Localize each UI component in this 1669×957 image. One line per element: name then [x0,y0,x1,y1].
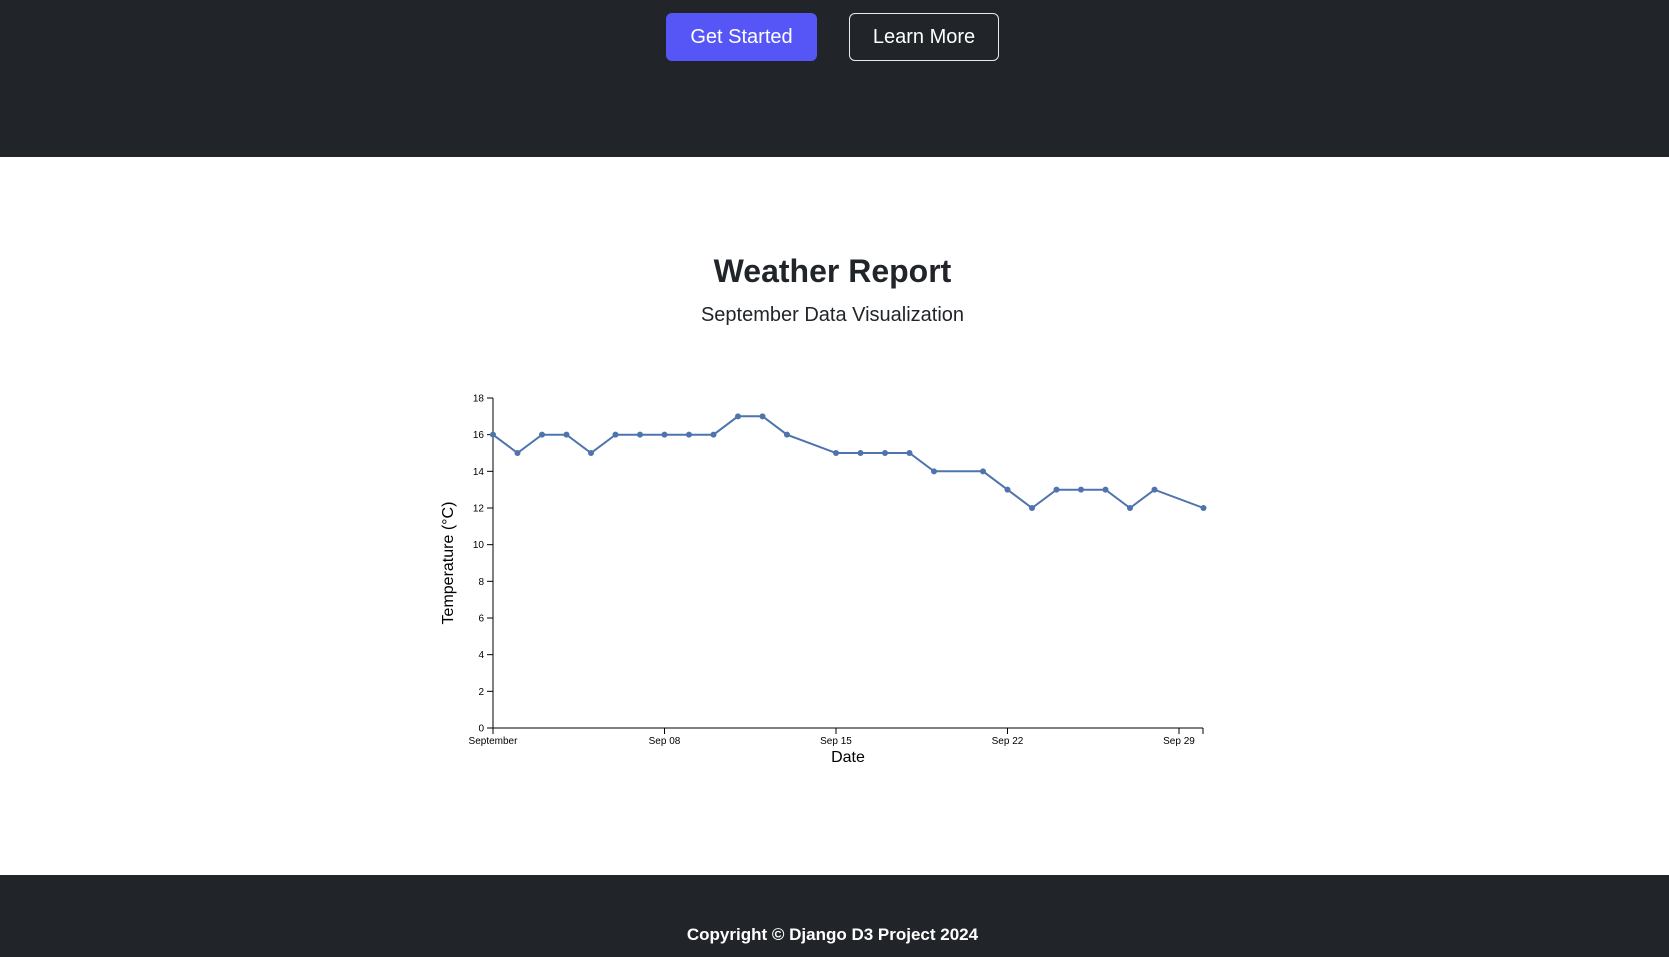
hero-section: Get Started Learn More [0,0,1669,157]
data-point [882,450,888,456]
weather-section: Weather Report September Data Visualizat… [0,157,1669,875]
data-point [833,450,839,456]
data-point [1200,505,1207,511]
y-tick-label: 10 [473,540,485,551]
data-point [686,431,692,438]
data-point [1078,486,1084,493]
data-point [980,468,986,475]
x-tick-label: Sep 29 [1163,736,1195,747]
learn-more-button[interactable]: Learn More [849,13,999,61]
y-tick-label: 16 [473,430,485,441]
data-point [906,450,913,456]
x-tick-label: Sep 22 [992,736,1024,747]
data-point [1151,486,1158,493]
data-point [735,413,741,420]
data-point [588,450,594,456]
data-point [612,431,619,438]
temperature-line-chart: 0 2 4 6 8 10 12 14 16 18 September Sep 08 Sep 15 Sep … [440,394,1207,766]
x-axis-label: Date [831,749,865,766]
y-tick-label: 8 [478,577,484,588]
data-point [710,431,717,438]
data-point [539,431,545,438]
y-tick-label: 2 [478,687,484,698]
data-point [1004,486,1011,493]
data-point [1029,505,1035,511]
y-axis-label: Temperature (°C) [440,502,457,625]
x-tick-label: September [469,736,519,747]
data-point [759,413,766,420]
x-tick-label: Sep 15 [820,736,852,747]
data-point [857,450,864,456]
data-point [931,468,937,475]
data-point [1102,486,1109,493]
data-point [637,431,643,438]
y-tick-label: 4 [478,650,484,661]
data-point [490,431,496,438]
data-point [784,431,790,438]
y-tick-label: 0 [478,724,484,735]
data-point [1053,486,1060,493]
footer: Copyright © Django D3 Project 2024 [0,875,1669,957]
data-point [563,431,570,438]
data-point [1127,505,1133,511]
temperature-series-line [492,415,1204,510]
data-point [514,450,521,456]
y-tick-label: 14 [473,467,485,478]
y-tick-label: 18 [473,394,485,405]
get-started-button[interactable]: Get Started [666,13,817,61]
x-tick-label: Sep 08 [649,736,681,747]
y-tick-label: 12 [473,504,485,515]
data-point [661,431,668,438]
y-tick-label: 6 [478,614,484,625]
copyright-text: Copyright © Django D3 Project 2024 [686,925,979,944]
